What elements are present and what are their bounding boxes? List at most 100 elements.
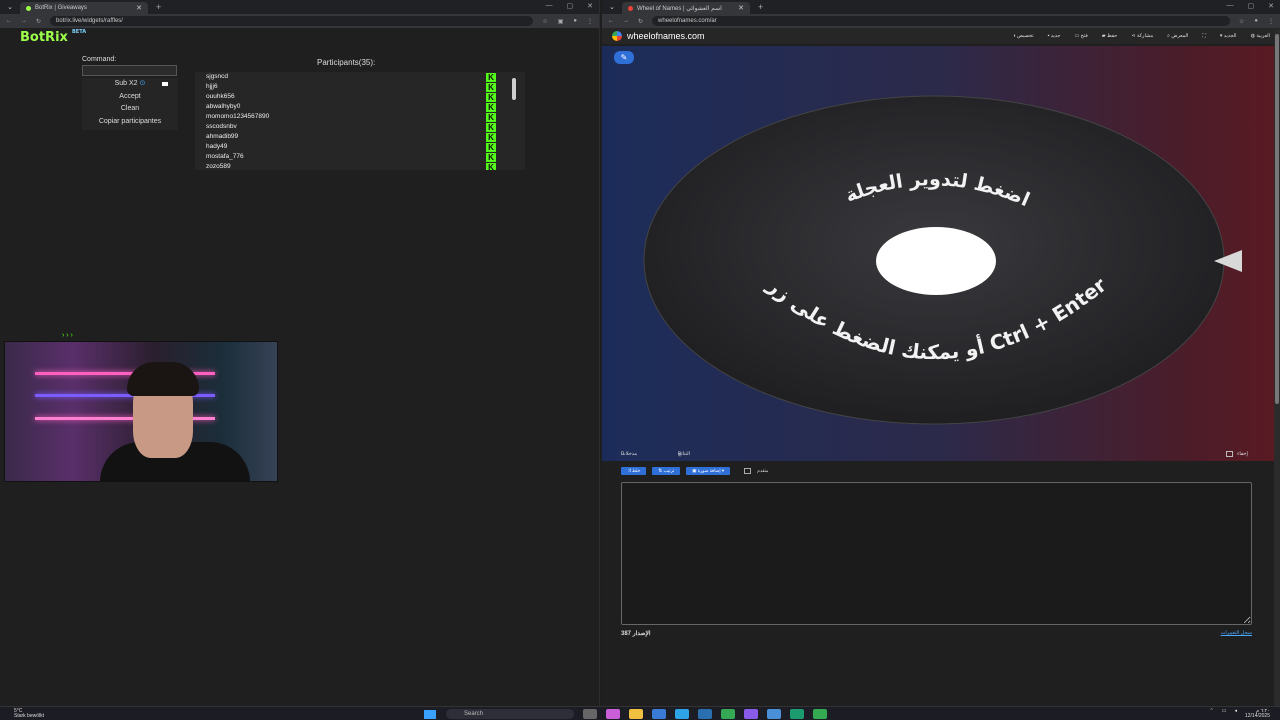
menu-icon[interactable]: ⋮: [1268, 18, 1274, 25]
list-item: abwalhyby0 K: [195, 102, 525, 112]
participant-name: sjgsncd: [206, 73, 229, 80]
app-icon[interactable]: [606, 709, 620, 719]
app-icon[interactable]: [790, 709, 804, 719]
back-icon[interactable]: ←: [6, 18, 12, 24]
minimize-icon[interactable]: —: [1227, 2, 1234, 10]
app-icon[interactable]: [767, 709, 781, 719]
list-scrollbar[interactable]: [512, 78, 516, 100]
clean-button[interactable]: Clean: [82, 103, 178, 116]
extensions-icon[interactable]: ▣: [558, 18, 564, 25]
list-item: sscodsnbv K: [195, 122, 525, 132]
bookmark-star-icon[interactable]: ☆: [1239, 18, 1244, 25]
shuffle-button[interactable]: ⤨ خلط: [621, 466, 647, 475]
wheel-navbar: wheelofnames.com ◑ تخصيص ▪ جديد ▭ فتح ▰ …: [602, 28, 1280, 44]
sub-x2-checkbox[interactable]: [162, 82, 168, 86]
url-field[interactable]: botrix.live/widgets/raffles/: [50, 16, 534, 26]
participant-name: mostafa_776: [206, 153, 244, 160]
close-tab-icon[interactable]: ✕: [136, 4, 142, 12]
list-item: sjgsncd K: [195, 72, 525, 82]
sort-button[interactable]: ⇅ ترتيب: [652, 466, 681, 475]
participant-name: hady49: [206, 143, 228, 150]
botrix-logo[interactable]: BotRix BETA: [20, 29, 86, 45]
tab-list-icon[interactable]: ⌄: [602, 3, 622, 11]
entries-toolbar: ⤨ خلط ⇅ ترتيب ▣ إضافة صورة ▾ متقدم: [621, 466, 768, 475]
sub-x2-option[interactable]: Sub X2 ⊙: [82, 78, 178, 91]
forward-icon[interactable]: →: [21, 18, 27, 24]
webcam-overlay: [4, 341, 278, 482]
reload-icon[interactable]: ↻: [36, 18, 41, 25]
nav-gallery[interactable]: ⌕ المعرض: [1167, 33, 1188, 39]
shuffle-label: خلط: [631, 467, 641, 473]
tray-overflow-icon[interactable]: ⌃: [1210, 709, 1214, 719]
chrome-icon[interactable]: [721, 709, 735, 719]
accept-button[interactable]: Accept: [82, 91, 178, 104]
window-controls: — ▢ ✕: [1227, 2, 1275, 10]
nav-label: جديد: [1050, 33, 1061, 39]
maximize-icon[interactable]: ▢: [1248, 2, 1255, 10]
start-windows-icon[interactable]: [424, 710, 436, 719]
profile-icon[interactable]: ●: [1254, 18, 1258, 25]
add-image-button[interactable]: ▣ إضافة صورة ▾: [686, 466, 731, 475]
nav-label: مشاركة: [1136, 33, 1154, 39]
file-explorer-icon[interactable]: [629, 709, 643, 719]
new-tab-button[interactable]: +: [156, 2, 161, 12]
command-input[interactable]: [82, 65, 177, 76]
weather-widget[interactable]: 5°C Stark bewölkt: [14, 709, 44, 719]
nav-customize[interactable]: ◑ تخصيص: [1013, 33, 1034, 39]
bookmark-star-icon[interactable]: ☆: [542, 18, 547, 25]
new-tab-button[interactable]: +: [758, 2, 763, 12]
url-text: wheelofnames.com/ar: [658, 18, 717, 24]
wheel-center[interactable]: [876, 227, 996, 295]
page-scroll-thumb[interactable]: [1275, 34, 1279, 404]
advanced-checkbox[interactable]: [744, 467, 752, 474]
task-view-icon[interactable]: [583, 709, 597, 719]
reload-icon[interactable]: ↻: [638, 18, 643, 25]
edit-pencil-icon[interactable]: ✎: [614, 51, 634, 64]
hide-toggle[interactable]: إخفاء: [1226, 451, 1248, 457]
url-field[interactable]: wheelofnames.com/ar: [652, 16, 1230, 26]
changelog-link[interactable]: سجل التغييرات: [1221, 630, 1252, 636]
back-icon[interactable]: ←: [608, 18, 614, 24]
address-bar-row: ← → ↻ wheelofnames.com/ar ☆ ● ⋮: [602, 14, 1280, 28]
hide-checkbox[interactable]: [1226, 451, 1233, 457]
tab-botrix[interactable]: BotRix | Giveaways ✕: [20, 2, 148, 14]
clock[interactable]: ٦:٢٠ م 12/14/2025: [1245, 709, 1270, 719]
page-scrollbar[interactable]: [1274, 30, 1280, 706]
nav-language[interactable]: ◍ العربية: [1251, 33, 1270, 39]
close-window-icon[interactable]: ✕: [1268, 2, 1274, 10]
tab-list-icon[interactable]: ⌄: [0, 3, 20, 11]
nav-open[interactable]: ▭ فتح: [1075, 33, 1088, 39]
entries-textarea[interactable]: [621, 482, 1252, 625]
nav-label: تخصيص: [1017, 33, 1034, 39]
nav-label: الجديد: [1223, 33, 1237, 39]
nav-label: العربية: [1256, 33, 1270, 39]
copy-participants-button[interactable]: Copiar participantes: [82, 116, 178, 129]
tab-bar: ⌄ BotRix | Giveaways ✕ + — ▢ ✕: [0, 0, 599, 14]
fullscreen-icon[interactable]: ⛶: [1202, 33, 1206, 39]
clock-date: 12/14/2025: [1244, 713, 1270, 719]
kick-badge-icon: K: [486, 143, 496, 152]
store-icon[interactable]: [652, 709, 666, 719]
participants-list[interactable]: sjgsncd K hjjj6 K ouuhk656 K abwalhyby0 K mo…: [195, 72, 525, 170]
taskbar-search[interactable]: Search: [446, 709, 574, 719]
edge-icon[interactable]: [675, 709, 689, 719]
menu-icon[interactable]: ⋮: [587, 18, 593, 25]
app-icon[interactable]: [744, 709, 758, 719]
wheel-logo[interactable]: wheelofnames.com: [612, 31, 705, 41]
network-icon[interactable]: ▭: [1222, 709, 1227, 719]
nav-share[interactable]: ⋖ مشاركة: [1131, 33, 1153, 39]
maximize-icon[interactable]: ▢: [567, 2, 574, 10]
chrome-icon[interactable]: [813, 709, 827, 719]
close-window-icon[interactable]: ✕: [587, 2, 593, 10]
kick-badge-icon: K: [486, 113, 496, 122]
mail-icon[interactable]: [698, 709, 712, 719]
volume-icon[interactable]: ◂: [1234, 709, 1237, 719]
minimize-icon[interactable]: —: [546, 2, 553, 10]
tab-wheel-of-names[interactable]: Wheel of Names | اسم العشوائي ✕: [622, 2, 750, 14]
nav-save[interactable]: ▰ حفظ: [1102, 33, 1118, 39]
profile-icon[interactable]: ●: [573, 18, 577, 25]
forward-icon[interactable]: →: [623, 18, 629, 24]
nav-more[interactable]: ▾ الجديد: [1220, 33, 1237, 39]
nav-new[interactable]: ▪ جديد: [1048, 33, 1061, 39]
close-tab-icon[interactable]: ✕: [738, 4, 744, 12]
